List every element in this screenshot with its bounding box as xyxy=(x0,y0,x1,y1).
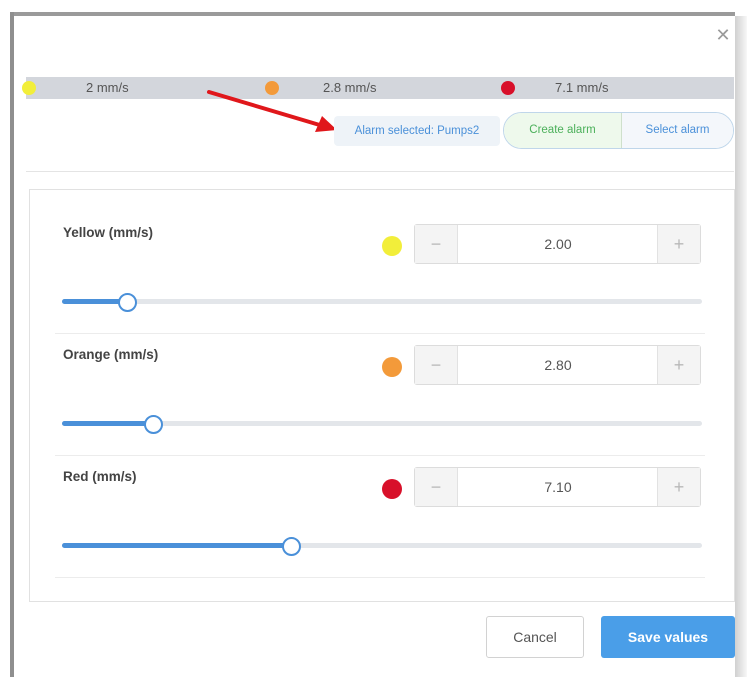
threshold-label: Orange (mm/s) xyxy=(63,347,159,362)
row-divider xyxy=(55,455,705,456)
orange-value-input[interactable] xyxy=(458,346,658,384)
red-level-dot xyxy=(501,81,515,95)
save-values-button[interactable]: Save values xyxy=(601,616,735,658)
red-value-input[interactable] xyxy=(458,468,658,506)
threshold-row-yellow: Yellow (mm/s) − + xyxy=(55,220,705,340)
decrement-button[interactable]: − xyxy=(415,468,458,506)
yellow-value-stepper: − + xyxy=(414,224,701,264)
red-level-value: 7.1 mm/s xyxy=(555,80,609,95)
increment-button[interactable]: + xyxy=(657,468,700,506)
red-slider[interactable] xyxy=(62,536,702,556)
yellow-slider[interactable] xyxy=(62,292,702,312)
slider-track xyxy=(62,299,702,304)
red-color-dot xyxy=(382,479,402,499)
slider-fill xyxy=(62,543,291,548)
yellow-value-input[interactable] xyxy=(458,225,658,263)
alarm-selected-badge: Alarm selected: Pumps2 xyxy=(334,116,500,146)
create-alarm-button[interactable]: Create alarm xyxy=(504,113,622,148)
increment-button[interactable]: + xyxy=(657,346,700,384)
slider-handle[interactable] xyxy=(282,537,302,556)
alarm-segmented-control: Create alarm Select alarm xyxy=(503,112,734,149)
threshold-row-orange: Orange (mm/s) − + xyxy=(55,343,705,463)
row-divider xyxy=(55,577,705,578)
increment-button[interactable]: + xyxy=(657,225,700,263)
close-icon[interactable]: ✕ xyxy=(703,20,743,50)
yellow-level-value: 2 mm/s xyxy=(86,80,129,95)
decrement-button[interactable]: − xyxy=(415,346,458,384)
cancel-button[interactable]: Cancel xyxy=(486,616,584,658)
yellow-level-dot xyxy=(22,81,36,95)
red-value-stepper: − + xyxy=(414,467,701,507)
orange-color-dot xyxy=(382,357,402,377)
threshold-label: Red (mm/s) xyxy=(63,469,137,484)
decrement-button[interactable]: − xyxy=(415,225,458,263)
orange-slider[interactable] xyxy=(62,414,702,434)
threshold-label: Yellow (mm/s) xyxy=(63,225,154,240)
threshold-row-red: Red (mm/s) − + xyxy=(55,465,705,585)
section-divider xyxy=(26,171,734,172)
slider-handle[interactable] xyxy=(143,415,163,434)
levels-summary-bar: 2 mm/s 2.8 mm/s 7.1 mm/s xyxy=(22,77,734,99)
window-frame-shadow xyxy=(735,16,747,677)
slider-handle[interactable] xyxy=(118,293,137,312)
red-annotation-arrow xyxy=(207,90,337,132)
slider-fill xyxy=(62,421,152,426)
orange-value-stepper: − + xyxy=(414,345,701,385)
slider-fill xyxy=(62,299,126,304)
row-divider xyxy=(55,333,705,334)
yellow-color-dot xyxy=(382,236,402,256)
select-alarm-button[interactable]: Select alarm xyxy=(622,113,733,148)
